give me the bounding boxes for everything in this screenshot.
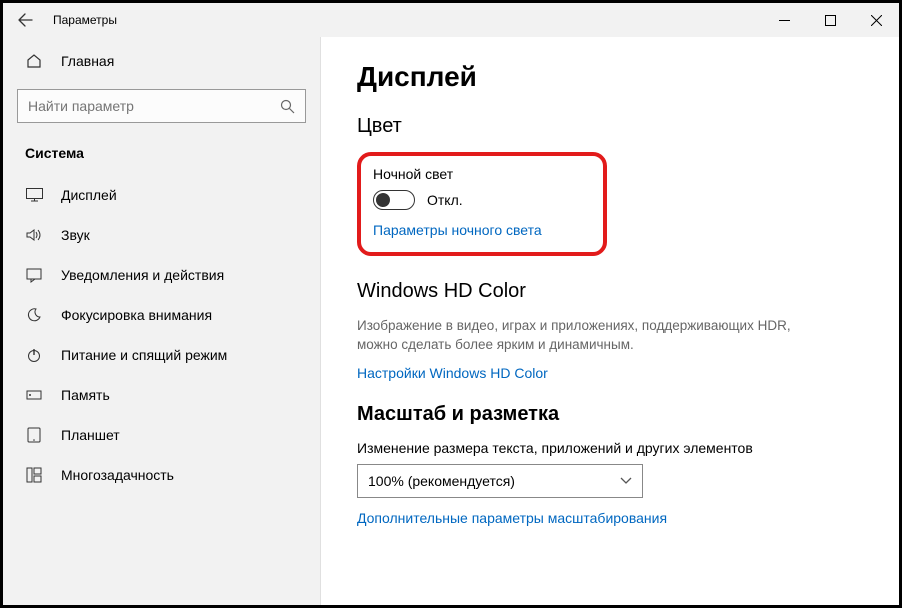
sidebar-item-label: Память [61, 387, 110, 403]
sidebar-item-display[interactable]: Дисплей [3, 175, 320, 215]
hd-color-heading: Windows HD Color [357, 280, 899, 303]
color-heading: Цвет [357, 115, 899, 138]
multitasking-icon [25, 467, 43, 483]
scale-advanced-link[interactable]: Дополнительные параметры масштабирования [357, 510, 899, 526]
sound-icon [25, 228, 43, 242]
search-input[interactable] [28, 98, 255, 114]
sidebar-item-focus[interactable]: Фокусировка внимания [3, 295, 320, 335]
sidebar-home-label: Главная [61, 53, 114, 69]
night-light-settings-link[interactable]: Параметры ночного света [373, 222, 587, 238]
sidebar-item-label: Питание и спящий режим [61, 347, 227, 363]
night-light-label: Ночной свет [373, 166, 587, 182]
back-button[interactable] [3, 3, 47, 37]
scale-combo[interactable]: 100% (рекомендуется) [357, 464, 643, 498]
scale-value: 100% (рекомендуется) [368, 473, 515, 489]
power-icon [25, 347, 43, 363]
maximize-button[interactable] [807, 3, 853, 37]
window-title: Параметры [53, 13, 117, 27]
sidebar-item-storage[interactable]: Память [3, 375, 320, 415]
sidebar-item-tablet[interactable]: Планшет [3, 415, 320, 455]
search-icon [280, 99, 295, 114]
sidebar-item-label: Дисплей [61, 187, 117, 203]
hd-color-description: Изображение в видео, играх и приложениях… [357, 317, 827, 355]
tablet-icon [25, 427, 43, 443]
highlight-box: Ночной свет Откл. Параметры ночного свет… [357, 152, 607, 256]
home-icon [25, 53, 43, 69]
scale-label: Изменение размера текста, приложений и д… [357, 440, 899, 456]
close-button[interactable] [853, 3, 899, 37]
sidebar-item-label: Планшет [61, 427, 120, 443]
sidebar-item-label: Многозадачность [61, 467, 174, 483]
search-box[interactable] [17, 89, 306, 123]
sidebar-item-multitasking[interactable]: Многозадачность [3, 455, 320, 495]
hd-color-link[interactable]: Настройки Windows HD Color [357, 365, 899, 381]
night-light-state: Откл. [427, 192, 463, 208]
sidebar-item-label: Уведомления и действия [61, 267, 224, 283]
focus-icon [25, 307, 43, 323]
sidebar-item-notifications[interactable]: Уведомления и действия [3, 255, 320, 295]
sidebar-section: Система [3, 131, 320, 175]
chevron-down-icon [620, 477, 632, 485]
content-area: Дисплей Цвет Ночной свет Откл. Параметры… [321, 37, 899, 605]
sidebar: Главная Система Дисплей Звук Уведо [3, 37, 321, 605]
sidebar-home[interactable]: Главная [3, 41, 320, 81]
display-icon [25, 188, 43, 202]
window-controls [761, 3, 899, 37]
minimize-button[interactable] [761, 3, 807, 37]
storage-icon [25, 387, 43, 403]
sidebar-item-label: Звук [61, 227, 90, 243]
sidebar-item-power[interactable]: Питание и спящий режим [3, 335, 320, 375]
notifications-icon [25, 267, 43, 283]
titlebar: Параметры [3, 3, 899, 37]
night-light-toggle[interactable] [373, 190, 415, 210]
sidebar-item-sound[interactable]: Звук [3, 215, 320, 255]
sidebar-item-label: Фокусировка внимания [61, 307, 212, 323]
scale-heading: Масштаб и разметка [357, 403, 899, 426]
page-title: Дисплей [357, 61, 899, 93]
